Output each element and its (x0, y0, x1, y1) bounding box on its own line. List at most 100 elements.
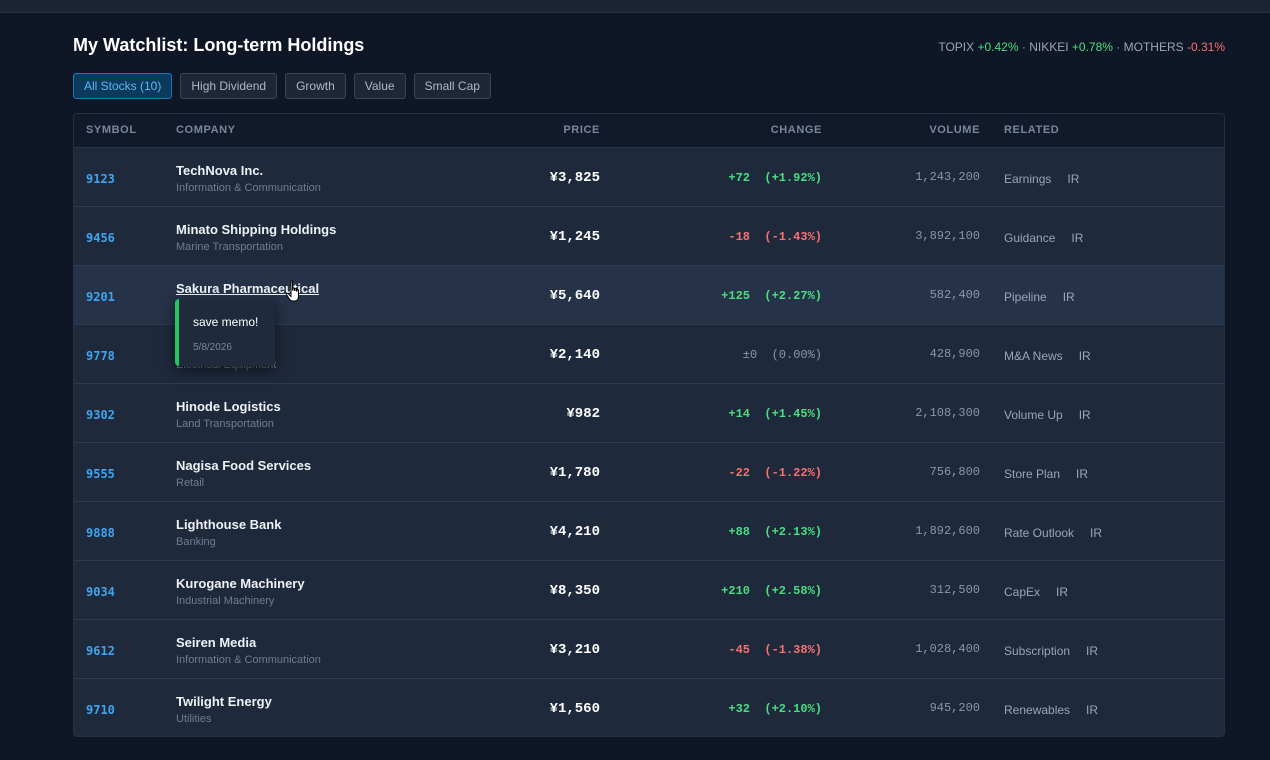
related-link-topic[interactable]: Pipeline (1004, 290, 1047, 304)
trade-volume: 312,500 (929, 583, 980, 597)
stock-symbol[interactable]: 9123 (86, 172, 115, 186)
company-name[interactable]: Twilight Energy (176, 694, 272, 709)
company-sector: Utilities (176, 713, 212, 725)
related-link-topic[interactable]: Earnings (1004, 172, 1051, 186)
trade-volume: 2,108,300 (915, 406, 980, 420)
stock-symbol[interactable]: 9456 (86, 231, 115, 245)
related-links: Pipeline IR (1004, 290, 1075, 304)
table-row[interactable]: 9555 Nagisa Food Services Retail ¥1,780 -22 … (74, 443, 1224, 502)
table-row[interactable]: 9710 Twilight Energy Utilities ¥1,560 +32 (+… (74, 679, 1224, 736)
price-change: +88 (+2.13%) (728, 525, 822, 539)
filter-all-stocks[interactable]: All Stocks (10) (73, 73, 173, 99)
index-change-mothers: -0.31% (1186, 40, 1225, 54)
table-row[interactable]: 9034 Kurogane Machinery Industrial Machine… (74, 561, 1224, 620)
related-link-ir[interactable]: IR (1067, 172, 1079, 186)
table-body: 9123 TechNova Inc. Information & Communica… (74, 148, 1224, 736)
related-link-ir[interactable]: IR (1076, 467, 1088, 481)
filter-value[interactable]: Value (353, 73, 406, 99)
related-link-topic[interactable]: Volume Up (1004, 408, 1063, 422)
watchlist-table: SYMBOL COMPANY PRICE CHANGE VOLUME RELAT… (73, 113, 1225, 737)
index-change-nikkei: +0.78% (1071, 40, 1113, 54)
related-links: Earnings IR (1004, 172, 1079, 186)
related-link-topic[interactable]: Renewables (1004, 703, 1070, 717)
price-change: -22 (-1.22%) (728, 466, 822, 480)
related-link-ir[interactable]: IR (1090, 526, 1102, 540)
trade-volume: 582,400 (929, 288, 980, 302)
related-links: Rate Outlook IR (1004, 526, 1102, 540)
related-links: M&A News IR (1004, 349, 1091, 363)
company-name[interactable]: Seiren Media (176, 635, 256, 650)
related-link-topic[interactable]: Store Plan (1004, 467, 1060, 481)
index-name-nikkei: NIKKEI (1029, 40, 1069, 54)
related-link-ir[interactable]: IR (1063, 290, 1075, 304)
table-row[interactable]: 9123 TechNova Inc. Information & Communica… (74, 148, 1224, 207)
related-links: Renewables IR (1004, 703, 1098, 717)
company-name[interactable]: Hinode Logistics (176, 399, 281, 414)
related-links: Store Plan IR (1004, 467, 1088, 481)
related-link-ir[interactable]: IR (1086, 703, 1098, 717)
column-header-company[interactable]: COMPANY (176, 124, 236, 136)
stock-symbol[interactable]: 9201 (86, 290, 115, 304)
hand-pointer-icon (285, 280, 299, 302)
company-sector: Retail (176, 477, 205, 489)
trade-volume: 1,243,200 (915, 170, 980, 184)
related-link-ir[interactable]: IR (1079, 408, 1091, 422)
memo-date: 5/8/2026 (193, 342, 232, 353)
table-row[interactable]: 9456 Minato Shipping Holdings Marine Trans… (74, 207, 1224, 266)
related-links: Subscription IR (1004, 644, 1098, 658)
trade-volume: 428,900 (929, 347, 980, 361)
top-bar (0, 0, 1270, 13)
trade-volume: 1,028,400 (915, 642, 980, 656)
trade-volume: 756,800 (929, 465, 980, 479)
table-row[interactable]: 9302 Hinode Logistics Land Transportation ¥… (74, 384, 1224, 443)
stock-symbol[interactable]: 9888 (86, 526, 115, 540)
company-sector: Information & Communication (176, 182, 321, 194)
column-header-volume[interactable]: VOLUME (929, 124, 980, 136)
related-link-topic[interactable]: Guidance (1004, 231, 1055, 245)
column-header-price[interactable]: PRICE (563, 124, 600, 136)
column-header-change[interactable]: CHANGE (771, 124, 822, 136)
related-link-ir[interactable]: IR (1079, 349, 1091, 363)
stock-price: ¥982 (566, 406, 600, 422)
related-link-ir[interactable]: IR (1056, 585, 1068, 599)
trade-volume: 3,892,100 (915, 229, 980, 243)
related-link-topic[interactable]: CapEx (1004, 585, 1040, 599)
company-name[interactable]: Lighthouse Bank (176, 517, 281, 532)
market-summary: TOPIX +0.42% · NIKKEI +0.78% · MOTHERS -… (938, 40, 1225, 54)
filter-high-dividend[interactable]: High Dividend (180, 73, 278, 99)
stock-symbol[interactable]: 9778 (86, 349, 115, 363)
stock-symbol[interactable]: 9555 (86, 467, 115, 481)
filter-small-cap[interactable]: Small Cap (413, 73, 491, 99)
related-link-topic[interactable]: M&A News (1004, 349, 1063, 363)
column-header-symbol[interactable]: SYMBOL (86, 124, 137, 136)
column-header-related: RELATED (1004, 124, 1060, 136)
trade-volume: 1,892,600 (915, 524, 980, 538)
stock-price: ¥4,210 (549, 524, 600, 540)
table-row[interactable]: 9612 Seiren Media Information & Communicat… (74, 620, 1224, 679)
company-sector: Land Transportation (176, 418, 274, 430)
related-links: CapEx IR (1004, 585, 1068, 599)
stock-price: ¥1,780 (549, 465, 600, 481)
related-link-ir[interactable]: IR (1071, 231, 1083, 245)
related-link-ir[interactable]: IR (1086, 644, 1098, 658)
related-link-topic[interactable]: Subscription (1004, 644, 1070, 658)
company-name[interactable]: Minato Shipping Holdings (176, 222, 336, 237)
filter-growth[interactable]: Growth (285, 73, 346, 99)
company-name[interactable]: Kurogane Machinery (176, 576, 305, 591)
index-name-topix: TOPIX (938, 40, 975, 54)
company-sector: Banking (176, 536, 216, 548)
related-link-topic[interactable]: Rate Outlook (1004, 526, 1074, 540)
index-name-mothers: MOTHERS (1123, 40, 1184, 54)
company-name[interactable]: TechNova Inc. (176, 163, 263, 178)
price-change: +32 (+2.10%) (728, 702, 822, 716)
stock-price: ¥8,350 (549, 583, 600, 599)
price-change: +72 (+1.92%) (728, 171, 822, 185)
filter-chips: All Stocks (10) High Dividend Growth Val… (73, 73, 491, 99)
stock-symbol[interactable]: 9302 (86, 408, 115, 422)
stock-symbol[interactable]: 9710 (86, 703, 115, 717)
stock-symbol[interactable]: 9034 (86, 585, 115, 599)
company-name[interactable]: Nagisa Food Services (176, 458, 311, 473)
stock-symbol[interactable]: 9612 (86, 644, 115, 658)
price-change: ±0 (0.00%) (742, 348, 822, 362)
table-row[interactable]: 9888 Lighthouse Bank Banking ¥4,210 +88 (+2.… (74, 502, 1224, 561)
